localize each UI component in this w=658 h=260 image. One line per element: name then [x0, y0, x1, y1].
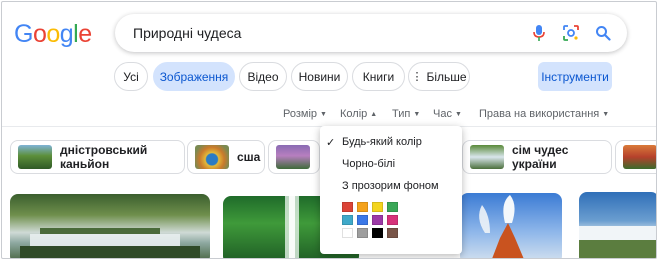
- tab-news[interactable]: Новини: [291, 62, 348, 91]
- menu-item-any-color[interactable]: ✓ Будь-який колір: [320, 136, 462, 152]
- related-search-chip[interactable]: дністровський каньйон: [10, 140, 185, 174]
- tab-more-label: Більше: [426, 69, 467, 84]
- tab-all[interactable]: Усі: [114, 62, 148, 91]
- filter-time[interactable]: Час ▼: [433, 108, 462, 120]
- tab-video-label: Відео: [247, 69, 279, 84]
- color-swatch[interactable]: [357, 202, 368, 212]
- logo-letter: G: [14, 20, 33, 48]
- google-logo[interactable]: Google: [14, 20, 92, 49]
- caret-down-icon: ▼: [454, 110, 462, 118]
- color-swatch[interactable]: [387, 215, 398, 225]
- color-swatch[interactable]: [372, 228, 383, 238]
- image-result-picture: [479, 195, 524, 258]
- menu-item-label: Чорно-білі: [342, 158, 396, 170]
- chip-thumbnail: [470, 145, 504, 169]
- logo-letter: o: [32, 20, 47, 48]
- caret-down-icon: ▼: [602, 110, 610, 118]
- color-swatch[interactable]: [387, 202, 398, 212]
- lens-icon[interactable]: [561, 23, 581, 43]
- tab-video[interactable]: Відео: [239, 62, 287, 91]
- image-result-picture: [579, 226, 656, 258]
- search-actions: [529, 22, 613, 44]
- mic-icon[interactable]: [529, 23, 549, 43]
- search-icon[interactable]: [593, 23, 613, 43]
- tab-images-label: Зображення: [159, 69, 229, 84]
- related-search-chip[interactable]: сім чудес україни: [462, 140, 612, 174]
- checkmark-icon: ✓: [326, 137, 336, 149]
- tab-more[interactable]: ⋮ Більше: [408, 62, 470, 91]
- logo-letter: e: [78, 20, 92, 48]
- color-swatch[interactable]: [372, 202, 383, 212]
- logo-letter: o: [46, 20, 60, 48]
- filter-usage-rights[interactable]: Права на використання ▼: [479, 108, 609, 120]
- color-swatch[interactable]: [342, 215, 353, 225]
- related-search-chip[interactable]: [615, 140, 656, 174]
- chip-label: дністровський каньйон: [60, 143, 148, 171]
- color-swatch-grid: [342, 202, 398, 238]
- tab-books-label: Книги: [362, 69, 395, 84]
- menu-item-black-white[interactable]: Чорно-білі: [320, 158, 462, 174]
- caret-down-icon: ▼: [320, 110, 327, 118]
- image-result[interactable]: [460, 193, 562, 258]
- chip-thumbnail: [195, 145, 229, 169]
- search-bar[interactable]: Природні чудеса: [115, 14, 627, 52]
- tools-button-label: Інструменти: [541, 69, 609, 84]
- color-swatch[interactable]: [342, 228, 353, 238]
- color-swatch[interactable]: [357, 228, 368, 238]
- color-filter-menu: ✓ Будь-який колір Чорно-білі З прозорим …: [320, 126, 462, 254]
- filter-rights-label: Права на використання: [479, 108, 600, 120]
- tab-news-label: Новини: [298, 69, 341, 84]
- color-swatch[interactable]: [387, 228, 398, 238]
- search-results-page: Google Природні чудеса Усі Зображення Ві…: [1, 1, 657, 259]
- filter-type[interactable]: Тип ▼: [392, 108, 420, 120]
- color-swatch[interactable]: [357, 215, 368, 225]
- search-input[interactable]: Природні чудеса: [133, 25, 241, 41]
- tab-all-label: Усі: [123, 69, 139, 84]
- filter-color-label: Колір: [340, 108, 368, 120]
- chip-thumbnail: [623, 145, 656, 169]
- filter-size[interactable]: Розмір ▼: [283, 108, 327, 120]
- chip-thumbnail: [18, 145, 52, 169]
- tools-button[interactable]: Інструменти: [538, 62, 612, 91]
- menu-item-label: Будь-який колір: [342, 136, 422, 148]
- filter-type-label: Тип: [392, 108, 411, 120]
- tab-books[interactable]: Книги: [352, 62, 405, 91]
- image-result[interactable]: [579, 192, 656, 258]
- filter-time-label: Час: [433, 108, 452, 120]
- logo-letter: g: [59, 20, 74, 48]
- image-result-picture: [20, 228, 200, 258]
- image-result[interactable]: [10, 194, 210, 258]
- related-search-chip[interactable]: сша: [187, 140, 265, 174]
- color-swatch[interactable]: [372, 215, 383, 225]
- related-search-chip[interactable]: [268, 140, 320, 174]
- filter-color[interactable]: Колір ▲: [340, 108, 377, 120]
- filter-size-label: Розмір: [283, 108, 318, 120]
- color-swatch[interactable]: [342, 202, 353, 212]
- chip-thumbnail: [276, 145, 310, 169]
- more-vert-icon: ⋮: [411, 71, 423, 83]
- caret-up-icon: ▲: [370, 110, 378, 118]
- menu-item-label: З прозорим фоном: [342, 180, 439, 192]
- caret-down-icon: ▼: [413, 110, 421, 118]
- chip-label: сім чудес україни: [512, 143, 569, 171]
- chip-label: сша: [237, 150, 261, 164]
- tab-images[interactable]: Зображення: [153, 62, 235, 91]
- menu-item-transparent[interactable]: З прозорим фоном: [320, 180, 462, 196]
